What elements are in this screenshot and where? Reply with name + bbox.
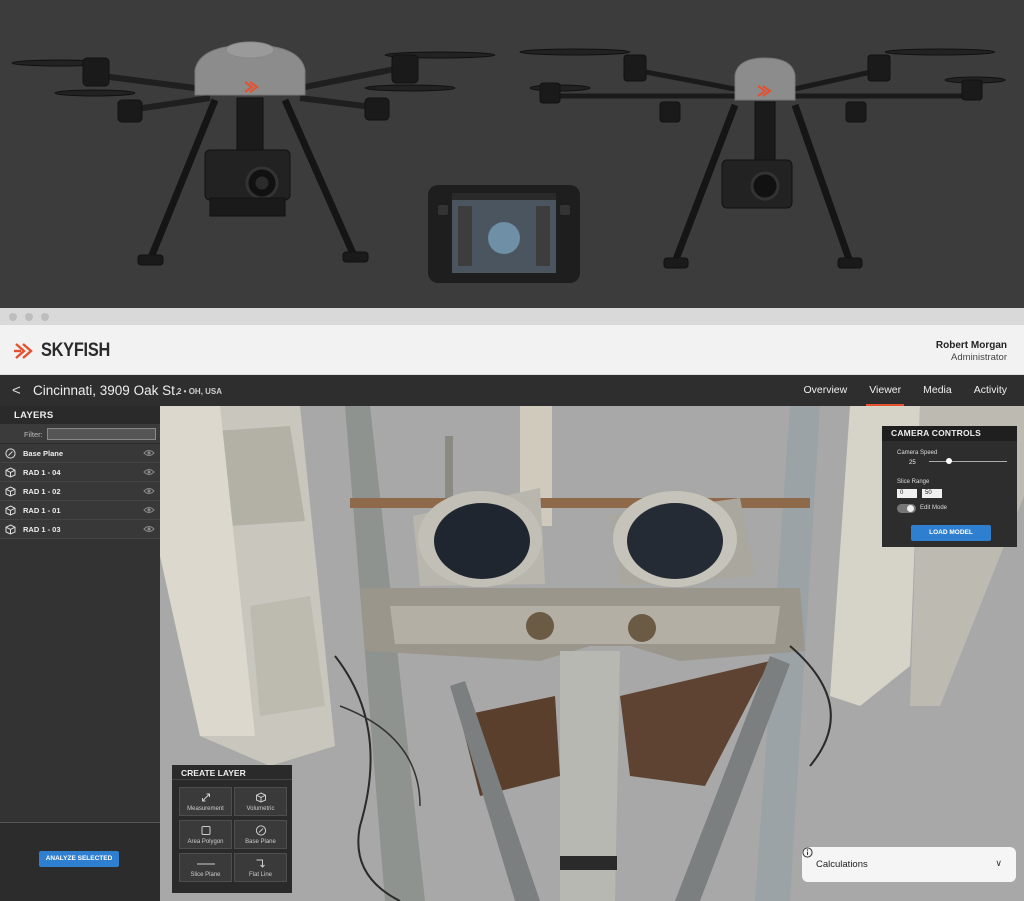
measurement-tool-button[interactable]: Measurement [179,787,232,816]
product-hero-image [0,0,1024,308]
drone-products-illustration [11,41,1006,283]
tab-activity[interactable]: Activity [974,375,1007,406]
layer-item-rad-1-03[interactable]: RAD 1 - 03 [0,520,160,539]
camera-speed-value: 25 [909,460,916,466]
brand-name: SKYFISH [41,340,111,361]
camera-speed-slider[interactable] [929,461,1007,462]
window-close-button[interactable] [9,313,17,321]
cube-icon [255,792,266,803]
tab-media[interactable]: Media [923,375,952,406]
layer-item-rad-1-02[interactable]: RAD 1 - 02 [0,482,160,501]
compass-icon [255,825,266,836]
eye-icon[interactable] [143,487,155,495]
info-icon[interactable] [802,847,813,858]
eye-icon[interactable] [143,449,155,457]
camera-speed-label: Camera Speed [897,450,938,456]
layers-filter-input[interactable] [47,428,156,440]
tool-label: Measurement [187,806,224,812]
tool-label: Slice Plane [190,872,221,878]
3d-model-viewer[interactable]: CAMERA CONTROLS Camera Speed 25 Slice Ra… [160,406,1024,901]
cube-icon [5,486,16,497]
layer-label: RAD 1 - 03 [23,525,61,534]
layers-filter-row: Filter: [0,424,160,444]
tablet-controller [428,185,580,283]
tool-label: Volumetric [246,806,275,812]
eye-icon[interactable] [143,468,155,476]
area-polygon-tool-button[interactable]: Area Polygon [179,820,232,849]
flat-line-tool-button[interactable]: Flat Line [234,853,287,882]
user-role: Administrator [951,352,1007,363]
right-drone [519,48,1006,269]
app-header: SKYFISH Robert Morgan Administrator [0,325,1024,375]
line-icon [196,863,215,865]
window-titlebar [0,308,1024,325]
slice-plane-tool-button[interactable]: Slice Plane [179,853,232,882]
user-profile[interactable]: Robert Morgan Administrator [936,340,1007,363]
volumetric-tool-button[interactable]: Volumetric [234,787,287,816]
slice-range-max-input[interactable]: 50 [922,489,942,498]
eye-icon[interactable] [143,525,155,533]
skyfish-logo-icon [14,343,33,359]
analyze-selected-button[interactable]: ANALYZE SELECTED [39,851,119,867]
filter-label: Filter: [24,430,43,439]
toggle-knob [907,505,914,512]
compass-icon [5,448,16,459]
calculations-label: Calculations [816,859,868,870]
camera-speed-slider-handle[interactable] [946,458,952,464]
chevron-down-icon[interactable]: ∨ [995,858,1002,869]
left-drone [11,41,496,266]
cube-icon [5,467,16,478]
layer-item-rad-1-04[interactable]: RAD 1 - 04 [0,463,160,482]
measure-arrows-icon [201,793,210,802]
layers-heading: LAYERS [0,406,160,424]
location-navbar: < Cincinnati, 3909 Oak St. 2 • OH, USA O… [0,375,1024,406]
eye-icon[interactable] [143,506,155,514]
create-layer-panel: CREATE LAYER Measurement Volumetric Area… [172,765,292,893]
user-name: Robert Morgan [935,340,1007,351]
view-tabs: Overview Viewer Media Activity [803,375,1007,406]
layer-item-rad-1-01[interactable]: RAD 1 - 01 [0,501,160,520]
layer-label: Base Plane [23,449,64,458]
layer-item-base-plane[interactable]: Base Plane [0,444,160,463]
square-icon [201,826,210,835]
slice-range-min-input[interactable]: 0 [897,489,917,498]
layers-footer: ANALYZE SELECTED [0,822,160,901]
camera-controls-heading: CAMERA CONTROLS [882,426,1017,441]
edit-mode-label: Edit Mode [920,505,948,511]
window-maximize-button[interactable] [41,313,49,321]
layer-label: RAD 1 - 02 [23,487,61,496]
layer-label: RAD 1 - 04 [23,468,61,477]
tool-label: Flat Line [248,872,272,878]
create-layer-heading: CREATE LAYER [172,765,292,780]
calculations-drawer[interactable]: Calculations ∨ [802,847,1016,882]
cube-icon [5,505,16,516]
tab-viewer[interactable]: Viewer [866,375,905,406]
location-title: Cincinnati, 3909 Oak St. [33,383,179,398]
brand-logo[interactable]: SKYFISH [14,340,121,361]
corner-arrow-icon [256,859,265,868]
layers-panel: LAYERS Filter: Base Plane RAD 1 - 04 RAD… [0,406,160,901]
back-chevron-icon[interactable]: < [12,382,21,399]
base-plane-tool-button[interactable]: Base Plane [234,820,287,849]
tab-overview[interactable]: Overview [803,375,847,406]
edit-mode-toggle[interactable] [897,504,916,513]
app-window: SKYFISH Robert Morgan Administrator < Ci… [0,308,1024,901]
camera-controls-panel: CAMERA CONTROLS Camera Speed 25 Slice Ra… [882,426,1017,547]
cube-icon [5,524,16,535]
location-subtitle: 2 • OH, USA [177,387,223,396]
slice-range-label: Slice Range [897,479,930,485]
window-minimize-button[interactable] [25,313,33,321]
tool-label: Base Plane [245,839,276,845]
layer-label: RAD 1 - 01 [23,506,61,515]
load-model-button[interactable]: LOAD MODEL [911,525,991,541]
tool-label: Area Polygon [187,839,224,845]
